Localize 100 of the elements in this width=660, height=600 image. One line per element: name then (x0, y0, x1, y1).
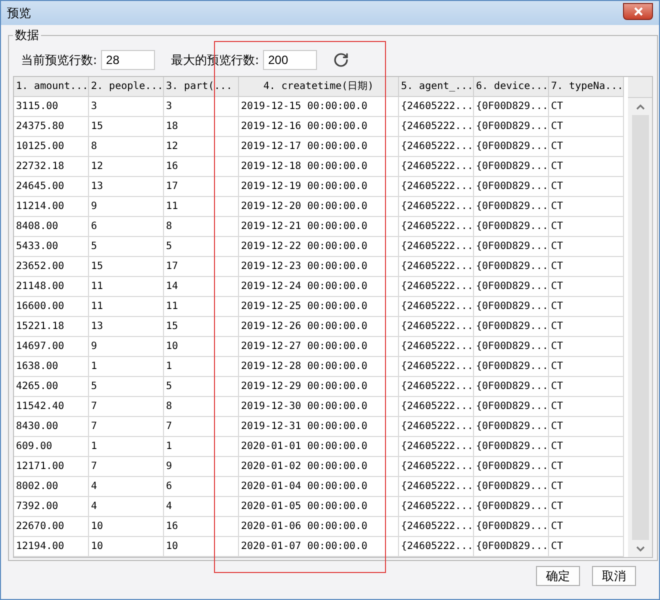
table-cell: 15 (89, 117, 164, 137)
table-cell: {0F00D829... (474, 197, 549, 217)
table-cell: {0F00D829... (474, 217, 549, 237)
table-cell: 3 (164, 97, 239, 117)
table-cell: {24605222... (399, 497, 474, 517)
table-cell: 1 (164, 357, 239, 377)
dialog-button[interactable]: 取消 (592, 566, 636, 586)
table-cell: 5 (164, 237, 239, 257)
scroll-down-icon[interactable] (636, 546, 644, 552)
table-cell: 9 (89, 197, 164, 217)
table-cell: 8 (164, 397, 239, 417)
table-cell: 1 (164, 437, 239, 457)
table-cell: 6 (164, 477, 239, 497)
table-cell: 11 (89, 277, 164, 297)
table-cell: {0F00D829... (474, 137, 549, 157)
table-cell: {0F00D829... (474, 277, 549, 297)
table-cell: 10 (164, 337, 239, 357)
table-cell: 2020-01-01 00:00:00.0 (239, 437, 399, 457)
table-cell: 16 (164, 157, 239, 177)
table-cell: 15221.18 (14, 317, 89, 337)
table-cell: {0F00D829... (474, 297, 549, 317)
table-cell: 2019-12-28 00:00:00.0 (239, 357, 399, 377)
table-cell: 7 (89, 417, 164, 437)
table-cell: 10 (89, 537, 164, 557)
column-header[interactable]: 2. people... (89, 77, 164, 97)
table-cell: 22732.18 (14, 157, 89, 177)
table-cell: {0F00D829... (474, 97, 549, 117)
table-cell: CT (549, 397, 624, 417)
table-cell: 10125.00 (14, 137, 89, 157)
table-cell: {24605222... (399, 377, 474, 397)
table-cell: {0F00D829... (474, 357, 549, 377)
table-cell: 2020-01-04 00:00:00.0 (239, 477, 399, 497)
table-cell: CT (549, 357, 624, 377)
table-cell: CT (549, 197, 624, 217)
table-cell: 12171.00 (14, 457, 89, 477)
column-header[interactable]: 5. agent_... (399, 77, 474, 97)
table-cell: {0F00D829... (474, 417, 549, 437)
group-title: 数据 (14, 27, 40, 44)
column-header[interactable]: 4. createtime(日期) (239, 77, 399, 97)
table-cell: {24605222... (399, 177, 474, 197)
table-cell: 11 (89, 297, 164, 317)
table-cell: 2019-12-15 00:00:00.0 (239, 97, 399, 117)
table-cell: 11 (164, 297, 239, 317)
table-cell: 13 (89, 317, 164, 337)
table-cell: CT (549, 417, 624, 437)
table-cell: CT (549, 97, 624, 117)
table-cell: 4 (89, 477, 164, 497)
table-cell: 2019-12-25 00:00:00.0 (239, 297, 399, 317)
table-cell: 12 (164, 137, 239, 157)
table-cell: {24605222... (399, 197, 474, 217)
dialog-button[interactable]: 确定 (536, 566, 580, 586)
window-title: 预览 (7, 4, 31, 22)
scroll-up-icon[interactable] (636, 104, 644, 110)
table-cell: 5 (89, 237, 164, 257)
table-cell: 12194.00 (14, 537, 89, 557)
table-cell: {24605222... (399, 237, 474, 257)
table-cell: {24605222... (399, 97, 474, 117)
refresh-button[interactable] (333, 52, 350, 68)
table-cell: {24605222... (399, 297, 474, 317)
table-cell: 2019-12-30 00:00:00.0 (239, 397, 399, 417)
table-cell: 2019-12-18 00:00:00.0 (239, 157, 399, 177)
table-cell: CT (549, 437, 624, 457)
table-cell: {0F00D829... (474, 497, 549, 517)
table-cell: 14697.00 (14, 337, 89, 357)
table-cell: 16600.00 (14, 297, 89, 317)
table-cell: 1 (89, 357, 164, 377)
column-header[interactable]: 6. device... (474, 77, 549, 97)
table-cell: 5 (89, 377, 164, 397)
table-cell: {0F00D829... (474, 117, 549, 137)
table-cell: CT (549, 497, 624, 517)
table-cell: 15 (89, 257, 164, 277)
input-field[interactable]: 200 (263, 50, 318, 70)
table-cell: 17 (164, 257, 239, 277)
table-cell: {0F00D829... (474, 517, 549, 537)
table-cell: CT (549, 237, 624, 257)
table-cell: {24605222... (399, 397, 474, 417)
table-cell: 4265.00 (14, 377, 89, 397)
table-cell: 21148.00 (14, 277, 89, 297)
table-cell: 15 (164, 317, 239, 337)
table-cell: CT (549, 117, 624, 137)
table-cell: 7 (89, 457, 164, 477)
table-cell: 2019-12-16 00:00:00.0 (239, 117, 399, 137)
table-cell: 2020-01-02 00:00:00.0 (239, 457, 399, 477)
table-cell: 8002.00 (14, 477, 89, 497)
table-cell: CT (549, 457, 624, 477)
column-header[interactable]: 7. typeNa... (549, 77, 624, 97)
table-cell: 9 (164, 457, 239, 477)
table-cell: CT (549, 277, 624, 297)
table-cell: 609.00 (14, 437, 89, 457)
input-field[interactable]: 28 (101, 50, 156, 70)
table-cell: 2020-01-05 00:00:00.0 (239, 497, 399, 517)
column-header[interactable]: 1. amount... (14, 77, 89, 97)
table-cell: 12 (89, 157, 164, 177)
refresh-icon (333, 52, 350, 68)
table-cell: {24605222... (399, 317, 474, 337)
scrollbar[interactable] (628, 98, 652, 557)
table-cell: 24645.00 (14, 177, 89, 197)
table-cell: 18 (164, 117, 239, 137)
close-button[interactable] (623, 2, 653, 20)
table-cell: {0F00D829... (474, 257, 549, 277)
